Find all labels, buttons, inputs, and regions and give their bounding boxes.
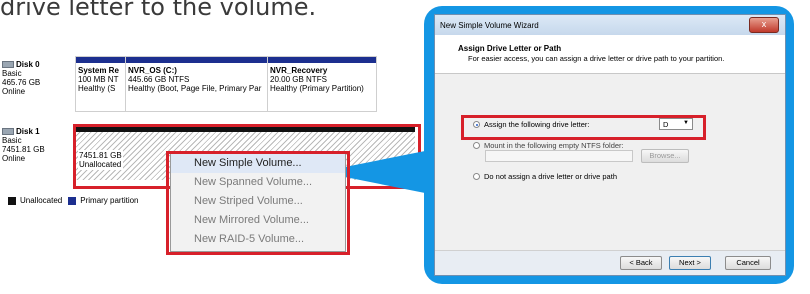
disk1-size: 7451.81 GB	[2, 145, 45, 154]
disk0-name: Disk 0	[16, 60, 40, 69]
partition-system-reserved[interactable]: System Re 100 MB NT Healthy (S​	[76, 57, 126, 111]
disk0-partitions: System Re 100 MB NT Healthy (S​ NVR_OS (C:…	[75, 56, 377, 112]
partition-nvr-os[interactable]: NVR_OS (C:) 445.66 GB NTFS Healthy (Boot, …	[126, 57, 268, 111]
disk-icon	[2, 61, 14, 68]
menu-highlight	[166, 151, 350, 255]
disk1-name: Disk 1	[16, 127, 40, 136]
disk0-size: 465.76 GB	[2, 78, 41, 87]
wizard-body: Assign the following drive letter: D ▼ M…	[435, 74, 785, 250]
mount-folder-field[interactable]	[485, 150, 633, 162]
primary-swatch	[68, 196, 77, 205]
next-button[interactable]: Next >	[669, 256, 711, 270]
back-button[interactable]: < Back	[620, 256, 662, 270]
disk0-type: Basic	[2, 69, 22, 78]
instruction-caption: drive letter to the volume.	[0, 0, 317, 21]
wizard-separator	[435, 250, 785, 251]
option-mount-folder[interactable]: Mount in the following empty NTFS folder…	[473, 141, 624, 150]
wizard-subheading: For easier access, you can assign a driv…	[468, 54, 725, 63]
partition-legend: Unallocated Primary partition	[8, 196, 139, 205]
wizard-heading: Assign Drive Letter or Path	[458, 44, 562, 53]
disk1-status: Online	[2, 154, 26, 163]
disk0-status: Online	[2, 87, 26, 96]
wizard-title: New Simple Volume Wizard	[440, 21, 539, 30]
legend-primary: Primary partition	[80, 196, 139, 205]
close-button[interactable]: x	[749, 17, 779, 33]
drive-letter-highlight	[461, 115, 706, 140]
browse-button[interactable]: Browse...	[641, 149, 689, 163]
unallocated-swatch	[8, 196, 16, 205]
legend-unallocated: Unallocated	[20, 196, 63, 205]
disk-icon	[2, 128, 14, 135]
cancel-button[interactable]: Cancel	[725, 256, 771, 270]
option-no-letter[interactable]: Do not assign a drive letter or drive pa…	[473, 172, 617, 181]
partition-nvr-recovery[interactable]: NVR_Recovery 20.00 GB NTFS Healthy (Primar…	[268, 57, 376, 111]
disk1-label[interactable]: Disk 1 Basic 7451.81 GB Online	[2, 127, 72, 163]
wizard-titlebar[interactable]: New Simple Volume Wizard x	[435, 15, 785, 35]
wizard-window: New Simple Volume Wizard x Assign Drive …	[434, 14, 786, 276]
wizard-header: Assign Drive Letter or Path For easier a…	[435, 35, 785, 74]
disk0-label[interactable]: Disk 0 Basic 465.76 GB Online	[2, 60, 72, 96]
radio-unselected-icon[interactable]	[473, 142, 480, 149]
radio-unselected-icon[interactable]	[473, 173, 480, 180]
disk1-type: Basic	[2, 136, 22, 145]
